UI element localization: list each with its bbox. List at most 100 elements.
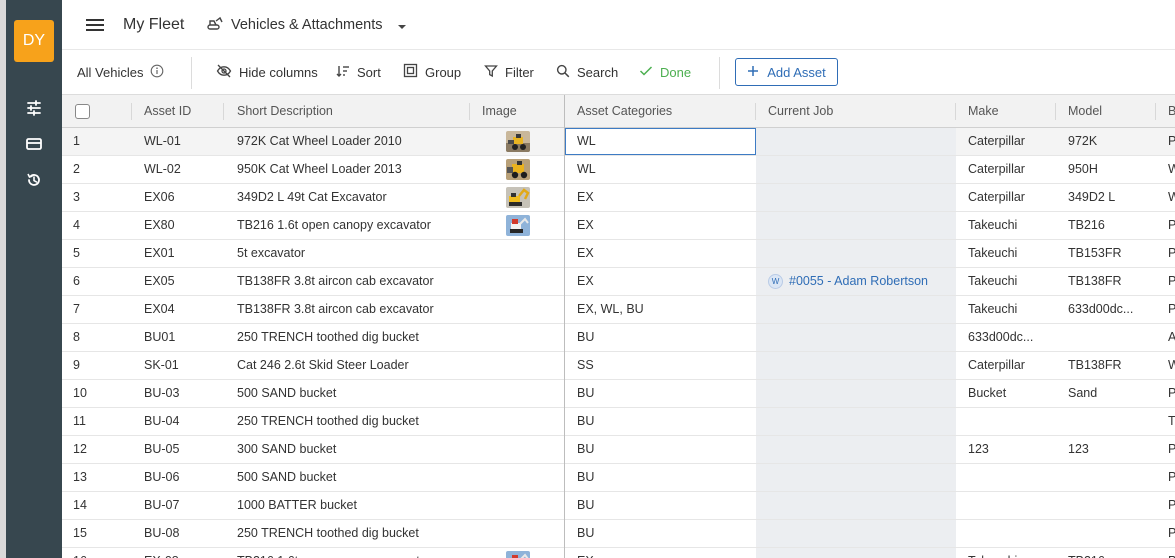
asset-thumbnail[interactable] — [506, 187, 530, 208]
column-header-short-description[interactable]: Short Description — [237, 95, 333, 128]
cell-b[interactable]: W — [1168, 352, 1175, 379]
column-header-asset-id[interactable]: Asset ID — [144, 95, 191, 128]
cell-row-number[interactable]: 15 — [73, 520, 123, 547]
cell-asset-categories[interactable]: BU — [577, 324, 752, 351]
cell-make[interactable] — [968, 492, 1052, 519]
cell-model[interactable]: 349D2 L — [1068, 184, 1152, 211]
table-row[interactable]: 15 BU-08 250 TRENCH toothed dig bucket BU P — [62, 520, 1175, 548]
cell-model[interactable]: 123 — [1068, 436, 1152, 463]
cell-row-number[interactable]: 13 — [73, 464, 123, 491]
cell-b[interactable]: P — [1168, 128, 1175, 155]
cell-asset-categories[interactable]: BU — [577, 436, 752, 463]
cell-make[interactable]: Takeuchi — [968, 240, 1052, 267]
cell-make[interactable]: Caterpillar — [968, 184, 1052, 211]
cell-row-number[interactable]: 2 — [73, 156, 123, 183]
cell-b[interactable]: P — [1168, 464, 1175, 491]
user-avatar[interactable]: DY — [14, 20, 54, 62]
cell-model[interactable]: TB216 — [1068, 548, 1152, 558]
cell-asset-id[interactable]: BU-07 — [144, 492, 222, 519]
table-row[interactable]: 4 EX80 TB216 1.6t open canopy excavator EX T… — [62, 212, 1175, 240]
cell-row-number[interactable]: 3 — [73, 184, 123, 211]
table-row[interactable]: 9 SK-01 Cat 246 2.6t Skid Steer Loader SS Ca… — [62, 352, 1175, 380]
cell-make[interactable]: 633d00dc... — [968, 324, 1052, 351]
view-name[interactable]: All Vehicles — [77, 62, 164, 82]
column-header-model[interactable]: Model — [1068, 95, 1102, 128]
hide-columns-button[interactable]: Hide columns — [216, 62, 318, 82]
cell-b[interactable]: W — [1168, 156, 1175, 183]
cell-model[interactable]: TB216 — [1068, 212, 1152, 239]
cell-short-description[interactable]: 972K Cat Wheel Loader 2010 — [237, 128, 465, 155]
asset-thumbnail[interactable] — [506, 159, 530, 180]
cell-asset-id[interactable]: EX04 — [144, 296, 222, 323]
cell-asset-id[interactable]: EX-08 — [144, 548, 222, 558]
cell-model[interactable] — [1068, 464, 1152, 491]
cell-asset-id[interactable]: BU-03 — [144, 380, 222, 407]
menu-icon[interactable] — [84, 15, 106, 35]
cell-make[interactable]: Takeuchi — [968, 296, 1052, 323]
column-resize-handle[interactable] — [223, 103, 224, 120]
cell-row-number[interactable]: 11 — [73, 408, 123, 435]
cell-asset-id[interactable]: WL-01 — [144, 128, 222, 155]
card-icon[interactable] — [23, 133, 45, 155]
cell-asset-categories[interactable]: EX — [577, 184, 752, 211]
table-row[interactable]: 1 WL-01 972K Cat Wheel Loader 2010 WL Caterp… — [62, 128, 1175, 156]
cell-asset-categories[interactable]: BU — [577, 492, 752, 519]
column-resize-handle[interactable] — [1155, 103, 1156, 120]
cell-b[interactable]: A — [1168, 324, 1175, 351]
cell-b[interactable]: T — [1168, 408, 1175, 435]
cell-model[interactable] — [1068, 492, 1152, 519]
cell-row-number[interactable]: 8 — [73, 324, 123, 351]
cell-make[interactable]: 123 — [968, 436, 1052, 463]
cell-b[interactable]: P — [1168, 268, 1175, 295]
cell-asset-id[interactable]: BU-06 — [144, 464, 222, 491]
cell-asset-id[interactable]: WL-02 — [144, 156, 222, 183]
cell-b[interactable]: P — [1168, 436, 1175, 463]
table-row[interactable]: 7 EX04 TB138FR 3.8t aircon cab excavator EX… — [62, 296, 1175, 324]
add-asset-button[interactable]: Add Asset — [735, 58, 838, 86]
table-row[interactable]: 13 BU-06 500 SAND bucket BU P — [62, 464, 1175, 492]
cell-make[interactable] — [968, 520, 1052, 547]
cell-b[interactable]: W — [1168, 184, 1175, 211]
view-selector-dropdown[interactable]: Vehicles & Attachments — [206, 14, 407, 36]
cell-row-number[interactable]: 10 — [73, 380, 123, 407]
cell-asset-categories[interactable]: WL — [577, 128, 752, 155]
cell-asset-categories[interactable]: EX — [577, 212, 752, 239]
cell-model[interactable] — [1068, 408, 1152, 435]
info-icon[interactable] — [150, 64, 164, 81]
table-row[interactable]: 16 EX-08 TB216 1.6t open canopy excavator E… — [62, 548, 1175, 558]
cell-asset-id[interactable]: BU-08 — [144, 520, 222, 547]
cell-asset-id[interactable]: BU-04 — [144, 408, 222, 435]
cell-row-number[interactable]: 9 — [73, 352, 123, 379]
cell-model[interactable]: 950H — [1068, 156, 1152, 183]
cell-model[interactable]: 972K — [1068, 128, 1152, 155]
cell-short-description[interactable]: 500 SAND bucket — [237, 380, 465, 407]
cell-b[interactable]: P — [1168, 520, 1175, 547]
cell-short-description[interactable]: 349D2 L 49t Cat Excavator — [237, 184, 465, 211]
cell-asset-id[interactable]: BU01 — [144, 324, 222, 351]
cell-asset-categories[interactable]: EX — [577, 548, 752, 558]
cell-b[interactable]: P — [1168, 240, 1175, 267]
cell-row-number[interactable]: 7 — [73, 296, 123, 323]
cell-make[interactable]: Takeuchi — [968, 268, 1052, 295]
group-button[interactable]: Group — [403, 62, 461, 82]
table-row[interactable]: 8 BU01 250 TRENCH toothed dig bucket BU 633d… — [62, 324, 1175, 352]
column-resize-handle[interactable] — [955, 103, 956, 120]
cell-asset-id[interactable]: EX06 — [144, 184, 222, 211]
done-button[interactable]: Done — [639, 62, 691, 82]
cell-b[interactable]: P — [1168, 296, 1175, 323]
fleet-sliders-icon[interactable] — [23, 97, 45, 119]
cell-model[interactable]: Sand — [1068, 380, 1152, 407]
cell-make[interactable] — [968, 408, 1052, 435]
cell-asset-categories[interactable]: BU — [577, 408, 752, 435]
column-resize-handle[interactable] — [1055, 103, 1056, 120]
filter-button[interactable]: Filter — [484, 62, 534, 82]
cell-asset-categories[interactable]: EX — [577, 268, 752, 295]
cell-model[interactable]: 633d00dc... — [1068, 296, 1152, 323]
cell-asset-id[interactable]: BU-05 — [144, 436, 222, 463]
table-row[interactable]: 3 EX06 349D2 L 49t Cat Excavator EX Caterpil… — [62, 184, 1175, 212]
cell-asset-categories[interactable]: WL — [577, 156, 752, 183]
cell-asset-categories[interactable]: BU — [577, 464, 752, 491]
column-resize-handle[interactable] — [469, 103, 470, 120]
table-row[interactable]: 10 BU-03 500 SAND bucket BU Bucket Sand P — [62, 380, 1175, 408]
cell-short-description[interactable]: TB138FR 3.8t aircon cab excavator — [237, 296, 465, 323]
